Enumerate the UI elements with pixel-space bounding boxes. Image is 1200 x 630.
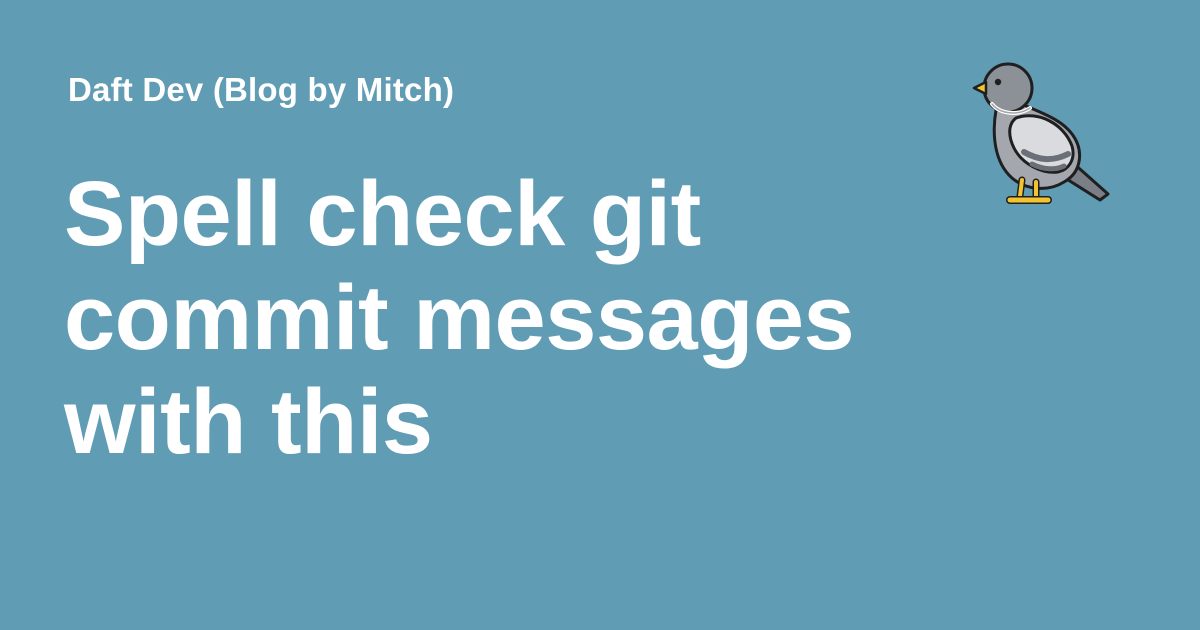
pigeon-icon [972, 62, 1110, 204]
post-title: Spell check git commit messages with thi… [64, 163, 855, 473]
social-card: Daft Dev (Blog by Mitch) Spell check git… [0, 0, 1200, 630]
site-name: Daft Dev (Blog by Mitch) [68, 71, 455, 108]
